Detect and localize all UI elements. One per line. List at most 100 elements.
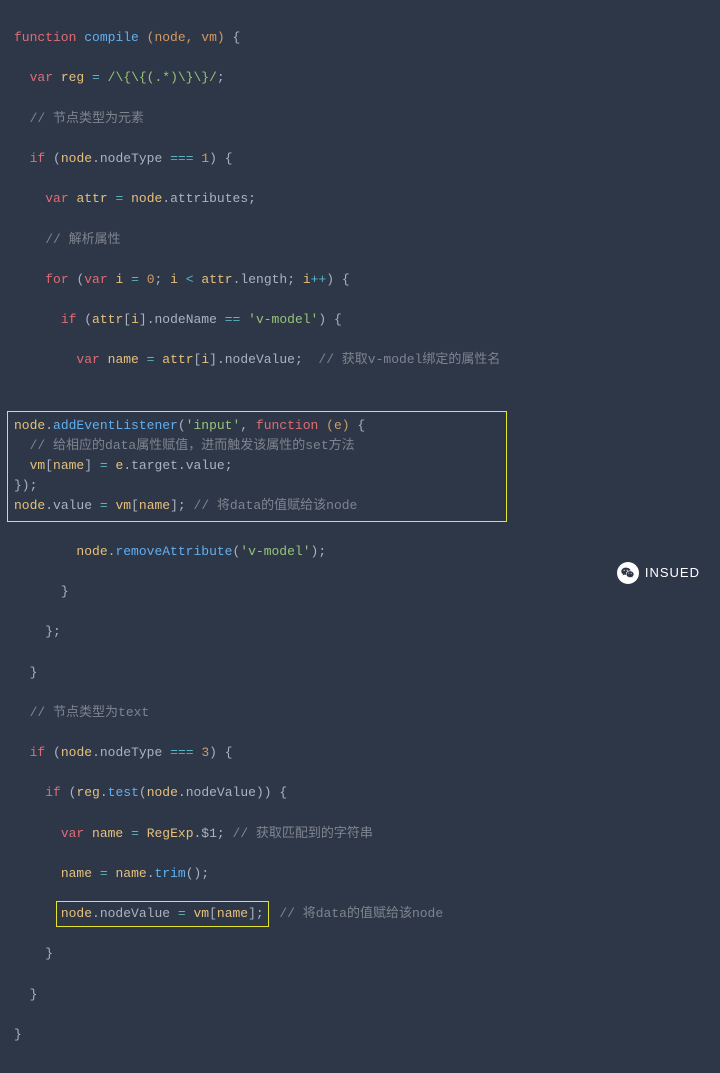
watermark: INSUED — [617, 562, 700, 584]
punct: ; — [295, 352, 303, 367]
keyword: for — [45, 272, 68, 287]
keyword: if — [61, 312, 77, 327]
punct: { — [357, 418, 365, 433]
keyword: if — [30, 745, 46, 760]
identifier: reg — [76, 785, 99, 800]
code-block: function compile (node, vm) { var reg = … — [0, 0, 720, 1073]
identifier: node — [61, 906, 92, 921]
punct: . — [100, 785, 108, 800]
keyword: if — [45, 785, 61, 800]
keyword: var — [76, 352, 99, 367]
punct: [ — [123, 312, 131, 327]
punct: ; — [225, 458, 233, 473]
identifier: name — [108, 352, 139, 367]
identifier: node — [61, 151, 92, 166]
operator: === — [170, 151, 193, 166]
punct: [ — [45, 458, 53, 473]
punct: (); — [186, 866, 209, 881]
comment: // 获取匹配到的字符串 — [233, 826, 373, 841]
punct: ; — [217, 826, 225, 841]
code-line: }; — [14, 622, 720, 642]
prop: .nodeType — [92, 151, 162, 166]
params: (e) — [326, 418, 349, 433]
operator: = — [92, 70, 100, 85]
keyword: if — [30, 151, 46, 166]
code-line: } — [14, 985, 720, 1005]
highlight-box: node.addEventListener('input', function … — [7, 411, 507, 522]
code-line: } — [14, 663, 720, 683]
keyword: var — [84, 272, 107, 287]
identifier: node — [76, 544, 107, 559]
comment: // 给相应的data属性赋值，进而触发该属性的set方法 — [30, 438, 355, 453]
punct: ( — [139, 785, 147, 800]
identifier: attr — [162, 352, 193, 367]
identifier: i — [131, 312, 139, 327]
identifier: i — [201, 352, 209, 367]
code-line: // 节点类型为text — [14, 703, 720, 723]
identifier: i — [303, 272, 311, 287]
watermark-label: INSUED — [645, 563, 700, 583]
punct: ; — [248, 191, 256, 206]
code-line: if (reg.test(node.nodeValue)) { — [14, 783, 720, 803]
identifier: node — [14, 418, 45, 433]
operator: = — [100, 458, 108, 473]
identifier: reg — [61, 70, 84, 85]
punct: , — [240, 418, 248, 433]
params: (node, vm) — [147, 30, 225, 45]
operator: = — [178, 906, 186, 921]
punct: ); — [311, 544, 327, 559]
prop: .nodeValue — [92, 906, 170, 921]
keyword: var — [30, 70, 53, 85]
comment: // 解析属性 — [45, 232, 120, 247]
method: addEventListener — [53, 418, 178, 433]
identifier: name — [92, 826, 123, 841]
code-line: if (attr[i].nodeName == 'v-model') { — [14, 310, 720, 330]
number: 3 — [201, 745, 209, 760]
identifier: node — [147, 785, 178, 800]
method: trim — [155, 866, 186, 881]
code-line: } — [14, 944, 720, 964]
punct: ( — [53, 745, 61, 760]
identifier: i — [170, 272, 178, 287]
operator: = — [100, 498, 108, 513]
operator: = — [131, 826, 139, 841]
identifier: name — [139, 498, 170, 513]
identifier: name — [61, 866, 92, 881]
code-line: node.removeAttribute('v-model'); — [14, 542, 720, 562]
operator: == — [225, 312, 241, 327]
code-line: if (node.nodeType === 1) { — [14, 149, 720, 169]
punct: ( — [178, 418, 186, 433]
method: test — [108, 785, 139, 800]
prop: .target.value — [123, 458, 224, 473]
identifier: attr — [76, 191, 107, 206]
identifier: attr — [201, 272, 232, 287]
code-line: function compile (node, vm) { — [14, 28, 720, 48]
string: 'input' — [186, 418, 241, 433]
punct: ]; — [170, 498, 186, 513]
brace: }; — [45, 624, 61, 639]
operator: < — [186, 272, 194, 287]
prop: .$1 — [194, 826, 217, 841]
keyword: var — [61, 826, 84, 841]
identifier: vm — [193, 906, 209, 921]
identifier: RegExp — [147, 826, 194, 841]
operator: = — [100, 866, 108, 881]
prop: ].nodeValue — [209, 352, 295, 367]
identifier: vm — [30, 458, 46, 473]
brace: } — [30, 987, 38, 1002]
prop: .length — [233, 272, 288, 287]
code-line: name = name.trim(); — [14, 864, 720, 884]
brace: } — [45, 946, 53, 961]
wechat-icon — [617, 562, 639, 584]
operator: = — [131, 272, 139, 287]
identifier: attr — [92, 312, 123, 327]
code-line: node.nodeValue = vm[name]; // 将data的值赋给该… — [14, 904, 720, 924]
punct: ( — [69, 785, 77, 800]
brace: } — [30, 665, 38, 680]
code-line: var name = RegExp.$1; // 获取匹配到的字符串 — [14, 824, 720, 844]
prop: .nodeType — [92, 745, 162, 760]
brace: } — [61, 584, 69, 599]
punct: ; — [217, 70, 225, 85]
comment: // 节点类型为text — [30, 705, 150, 720]
identifier: node — [131, 191, 162, 206]
